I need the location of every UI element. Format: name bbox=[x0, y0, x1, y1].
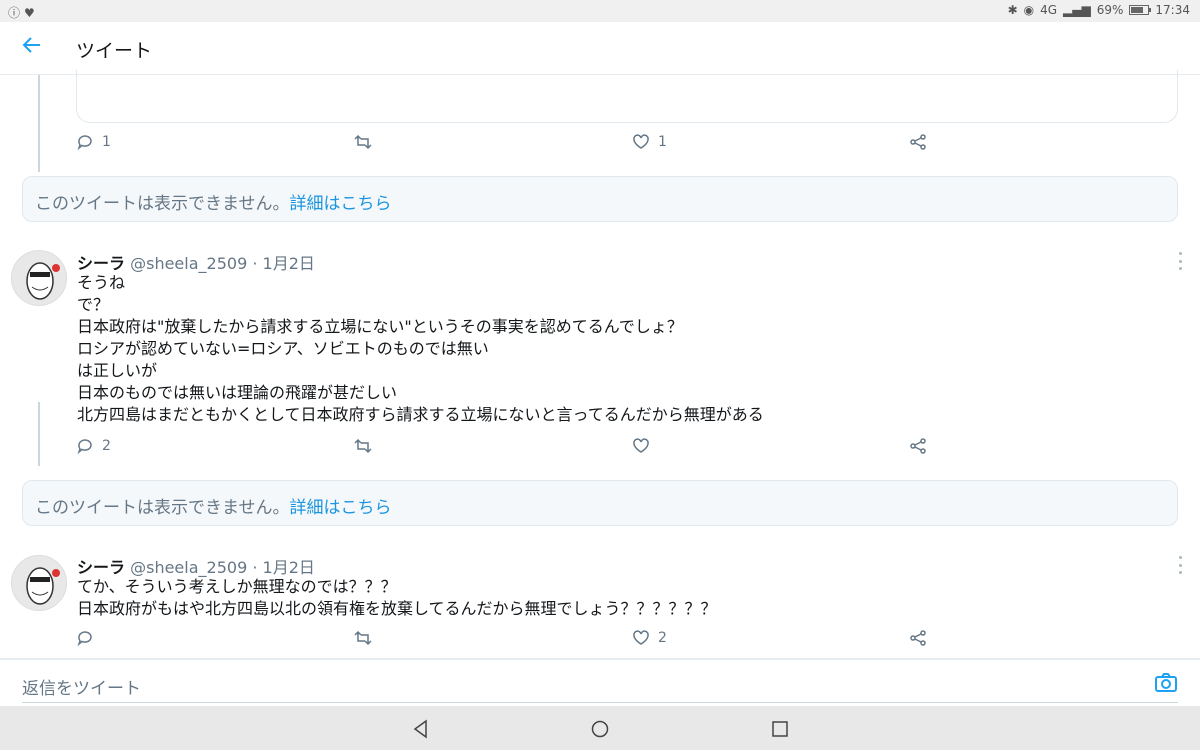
heart-icon bbox=[633, 438, 649, 453]
bluetooth-icon: ✱ bbox=[1007, 3, 1018, 17]
retweet-icon bbox=[354, 134, 372, 150]
nav-recents-icon[interactable] bbox=[769, 718, 791, 740]
like-button[interactable] bbox=[632, 437, 650, 455]
tweet-actions: 2 bbox=[76, 629, 956, 649]
app-header: ツイート bbox=[0, 22, 1200, 75]
reply-button[interactable]: 2 bbox=[76, 437, 111, 455]
reply-count: 2 bbox=[102, 438, 111, 454]
heart-icon bbox=[633, 630, 649, 645]
reply-input[interactable]: 返信をツイート bbox=[22, 674, 141, 699]
tweet-actions: 1 1 bbox=[76, 133, 956, 153]
tweet-line: 日本政府がもはや北方四島以北の領有権を放棄してるんだから無理でしょう？？？？？？ bbox=[77, 599, 717, 618]
tweet-line: てか、そういう考えしか無理なのでは？？？ bbox=[77, 577, 397, 596]
tweet-header: シーラ @sheela_2509 · 1月2日 bbox=[77, 250, 315, 274]
back-arrow-icon[interactable] bbox=[22, 35, 48, 61]
eye-icon: ◉ bbox=[1023, 3, 1035, 17]
unavailable-notice: このツイートは表示できません。詳細はこちら bbox=[22, 176, 1178, 222]
reply-bubble-icon bbox=[77, 439, 92, 455]
reply-button[interactable] bbox=[76, 629, 94, 647]
retweet-icon bbox=[354, 630, 372, 646]
quoted-card[interactable] bbox=[76, 70, 1178, 123]
tweet-text: てか、そういう考えしか無理なのでは？？？ 日本政府がもはや北方四島以北の領有権を… bbox=[77, 576, 717, 620]
battery-icon bbox=[1129, 5, 1152, 15]
network-label: 4G bbox=[1040, 3, 1058, 17]
tweet-line: は正しいが bbox=[77, 361, 158, 380]
system-nav-bar bbox=[0, 706, 1200, 750]
more-vertical-icon[interactable] bbox=[1176, 252, 1184, 270]
share-icon bbox=[910, 630, 926, 646]
reply-composer: 返信をツイート bbox=[0, 658, 1200, 706]
notice-text: このツイートは表示できません。 bbox=[35, 194, 290, 214]
display-name[interactable]: シーラ bbox=[77, 254, 125, 273]
unavailable-notice: このツイートは表示できません。詳細はこちら bbox=[22, 480, 1178, 526]
input-underline bbox=[22, 702, 1178, 703]
tweet-date: · 1月2日 bbox=[247, 254, 315, 273]
details-link[interactable]: 詳細はこちら bbox=[290, 194, 392, 214]
tweet-line: そうね bbox=[77, 273, 126, 292]
tweet-line: で？ bbox=[77, 295, 110, 314]
status-right: ✱ ◉ 4G ▂▄▆ 69% 17:34 bbox=[1008, 3, 1190, 17]
status-left: ⓘ ♥ bbox=[8, 4, 35, 21]
avatar[interactable] bbox=[11, 555, 67, 611]
share-button[interactable] bbox=[909, 629, 927, 647]
reply-bubble-icon bbox=[77, 631, 92, 647]
tweet-line: ロシアが認めていない=ロシア、ソビエトのものでは無い bbox=[77, 339, 489, 358]
thread-line bbox=[38, 75, 40, 172]
share-button[interactable] bbox=[909, 133, 927, 151]
status-bar: ⓘ ♥ ✱ ◉ 4G ▂▄▆ 69% 17:34 bbox=[0, 0, 1200, 22]
tweet-actions: 2 bbox=[76, 437, 956, 457]
clock: 17:34 bbox=[1155, 3, 1190, 17]
retweet-icon bbox=[354, 438, 372, 454]
like-button[interactable]: 1 bbox=[632, 133, 667, 151]
handle[interactable]: @sheela_2509 bbox=[130, 558, 247, 577]
details-link[interactable]: 詳細はこちら bbox=[290, 498, 392, 518]
more-vertical-icon[interactable] bbox=[1176, 556, 1184, 574]
reply-button[interactable]: 1 bbox=[76, 133, 111, 151]
battery-percent: 69% bbox=[1096, 3, 1124, 17]
like-count: 2 bbox=[658, 630, 667, 646]
display-name[interactable]: シーラ bbox=[77, 558, 125, 577]
handle[interactable]: @sheela_2509 bbox=[130, 254, 247, 273]
like-button[interactable]: 2 bbox=[632, 629, 667, 647]
heart-status-icon: ♥ bbox=[24, 5, 35, 20]
tweet-line: 日本政府は"放棄したから請求する立場にない"というその事実を認めてるんでしょ？ bbox=[77, 317, 683, 336]
reply-count: 1 bbox=[102, 134, 111, 150]
tweet-line: 北方四島はまだともかくとして日本政府すら請求する立場にないと言ってるんだから無理… bbox=[77, 405, 764, 424]
retweet-button[interactable] bbox=[354, 629, 372, 647]
nav-back-icon[interactable] bbox=[410, 718, 432, 740]
signal-icon: ▂▄▆ bbox=[1063, 3, 1091, 17]
share-icon bbox=[910, 134, 926, 150]
tweet-text: そうね で？ 日本政府は"放棄したから請求する立場にない"というその事実を認めて… bbox=[77, 272, 764, 426]
nav-home-icon[interactable] bbox=[589, 718, 611, 740]
share-icon bbox=[910, 438, 926, 454]
avatar[interactable] bbox=[11, 250, 67, 306]
tweet-header: シーラ @sheela_2509 · 1月2日 bbox=[77, 554, 315, 578]
like-count: 1 bbox=[658, 134, 667, 150]
share-button[interactable] bbox=[909, 437, 927, 455]
reply-bubble-icon bbox=[77, 135, 92, 151]
retweet-button[interactable] bbox=[354, 133, 372, 151]
tweet-line: 日本のものでは無いは理論の飛躍が甚だしい bbox=[77, 383, 398, 402]
thread-line bbox=[38, 402, 40, 466]
info-icon: ⓘ bbox=[8, 6, 21, 20]
retweet-button[interactable] bbox=[354, 437, 372, 455]
page-title: ツイート bbox=[76, 40, 153, 62]
heart-icon bbox=[633, 134, 649, 149]
camera-icon[interactable] bbox=[1154, 672, 1178, 694]
tweet-date: · 1月2日 bbox=[247, 558, 315, 577]
notice-text: このツイートは表示できません。 bbox=[35, 498, 290, 518]
